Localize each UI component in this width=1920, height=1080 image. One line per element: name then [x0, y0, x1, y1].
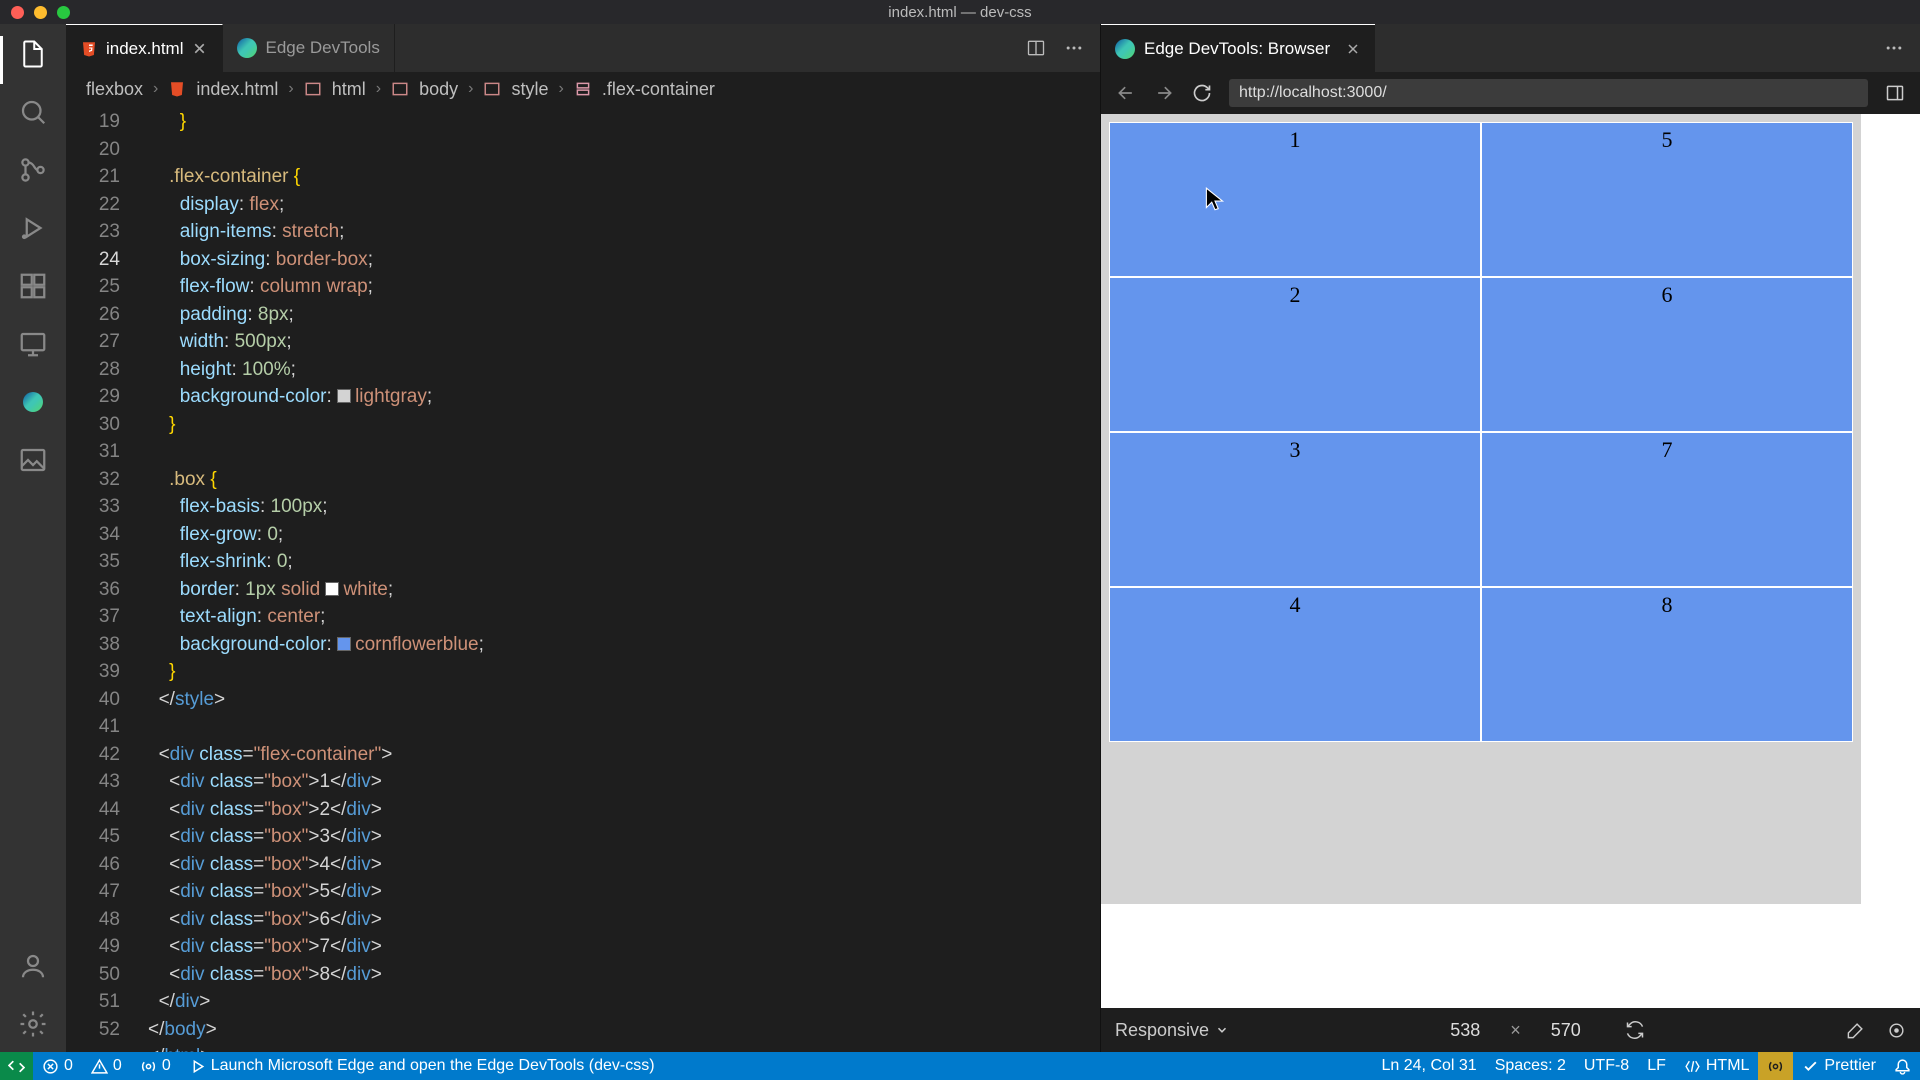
mac-titlebar: index.html — dev-css [0, 0, 1920, 24]
preview-box: 3 [1109, 432, 1481, 587]
go-live[interactable] [1758, 1052, 1793, 1080]
preview-box: 6 [1481, 277, 1853, 432]
preview-box: 1 [1109, 122, 1481, 277]
cursor-position[interactable]: Ln 24, Col 31 [1373, 1052, 1486, 1080]
chevron-right-icon: › [558, 80, 563, 98]
chevron-right-icon: › [288, 80, 293, 98]
chevron-right-icon: › [153, 80, 158, 98]
image-icon[interactable] [17, 444, 49, 476]
errors-count[interactable]: 0 [33, 1052, 82, 1080]
breadcrumb-item[interactable]: index.html [196, 79, 278, 100]
split-editor-icon[interactable] [1026, 38, 1046, 58]
edge-browser-icon [237, 38, 257, 58]
symbol-icon [483, 80, 501, 98]
dock-icon[interactable] [1884, 82, 1906, 104]
browser-toolbar: http://localhost:3000/ [1101, 72, 1920, 114]
status-bar: 0 0 0 Launch Microsoft Edge and open the… [0, 1052, 1920, 1080]
maximize-window-icon[interactable] [57, 6, 70, 19]
back-icon[interactable] [1115, 82, 1137, 104]
preview-box: 2 [1109, 277, 1481, 432]
viewport-width[interactable]: 538 [1430, 1020, 1500, 1041]
port-forward[interactable]: 0 [131, 1052, 180, 1080]
preview-box: 7 [1481, 432, 1853, 587]
remote-indicator[interactable] [0, 1052, 33, 1080]
chevron-right-icon: › [468, 80, 473, 98]
chevron-right-icon: › [376, 80, 381, 98]
html-file-icon [168, 80, 186, 98]
flex-container-preview: 1234 5678 [1101, 114, 1861, 904]
close-icon[interactable] [1345, 41, 1361, 57]
line-numbers: 1920212223242526272829303132333435363738… [66, 106, 138, 1052]
responsive-dropdown[interactable]: Responsive [1115, 1020, 1229, 1041]
preview-box: 4 [1109, 587, 1481, 742]
source-control-icon[interactable] [17, 154, 49, 186]
tab-edge-devtools[interactable]: Edge DevTools [223, 24, 394, 72]
symbol-icon [574, 80, 592, 98]
rotate-icon[interactable] [1625, 1020, 1645, 1040]
browser-viewport[interactable]: 1234 5678 [1101, 114, 1920, 1008]
notifications-icon[interactable] [1885, 1052, 1920, 1080]
prettier-status[interactable]: Prettier [1793, 1052, 1885, 1080]
run-debug-icon[interactable] [17, 212, 49, 244]
viewport-height[interactable]: 570 [1531, 1020, 1601, 1041]
tab-label: index.html [106, 39, 183, 59]
extensions-icon[interactable] [17, 270, 49, 302]
url-input[interactable]: http://localhost:3000/ [1229, 79, 1868, 107]
remote-explorer-icon[interactable] [17, 328, 49, 360]
indentation[interactable]: Spaces: 2 [1486, 1052, 1575, 1080]
preview-box: 5 [1481, 122, 1853, 277]
warnings-count[interactable]: 0 [82, 1052, 131, 1080]
html-file-icon [80, 40, 98, 58]
more-icon[interactable] [1884, 38, 1904, 58]
edge-browser-icon [1115, 39, 1135, 59]
target-icon[interactable] [1887, 1021, 1906, 1040]
encoding[interactable]: UTF-8 [1575, 1052, 1638, 1080]
preview-box: 8 [1481, 587, 1853, 742]
breadcrumb[interactable]: flexbox › index.html › html › body › sty… [66, 72, 1100, 106]
editor-group: index.html Edge DevTools [66, 24, 1100, 1052]
code-editor[interactable]: 1920212223242526272829303132333435363738… [66, 106, 1100, 1052]
activity-bar [0, 24, 66, 1052]
reload-icon[interactable] [1191, 82, 1213, 104]
tab-index-html[interactable]: index.html [66, 24, 223, 72]
breadcrumb-item[interactable]: html [332, 79, 366, 100]
search-icon[interactable] [17, 96, 49, 128]
edit-icon[interactable] [1846, 1021, 1865, 1040]
devtools-footer: Responsive 538 × 570 [1101, 1008, 1920, 1052]
breadcrumb-item[interactable]: style [511, 79, 548, 100]
symbol-icon [391, 80, 409, 98]
breadcrumb-item[interactable]: body [419, 79, 458, 100]
window-title: index.html — dev-css [888, 4, 1031, 21]
close-icon[interactable] [191, 40, 208, 57]
code-content[interactable]: } .flex-container { display: flex; align… [138, 106, 1100, 1052]
chevron-down-icon [1215, 1023, 1229, 1037]
language-mode[interactable]: HTML [1675, 1052, 1759, 1080]
breadcrumb-item[interactable]: flexbox [86, 79, 143, 100]
breadcrumb-item[interactable]: .flex-container [602, 79, 715, 100]
tab-devtools-browser[interactable]: Edge DevTools: Browser [1101, 24, 1375, 72]
edge-tools-icon[interactable] [17, 386, 49, 418]
launch-hint[interactable]: Launch Microsoft Edge and open the Edge … [180, 1052, 664, 1080]
tab-label: Edge DevTools: Browser [1144, 39, 1330, 59]
account-icon[interactable] [17, 950, 49, 982]
minimize-window-icon[interactable] [34, 6, 47, 19]
tab-label: Edge DevTools [265, 38, 379, 58]
explorer-icon[interactable] [17, 38, 49, 70]
eol[interactable]: LF [1638, 1052, 1675, 1080]
times-icon: × [1510, 1020, 1521, 1041]
devtools-pane: Edge DevTools: Browser http://localhost:… [1100, 24, 1920, 1052]
more-icon[interactable] [1064, 38, 1084, 58]
symbol-icon [304, 80, 322, 98]
close-window-icon[interactable] [11, 6, 24, 19]
editor-tabs: index.html Edge DevTools [66, 24, 1100, 72]
forward-icon[interactable] [1153, 82, 1175, 104]
gear-icon[interactable] [17, 1008, 49, 1040]
